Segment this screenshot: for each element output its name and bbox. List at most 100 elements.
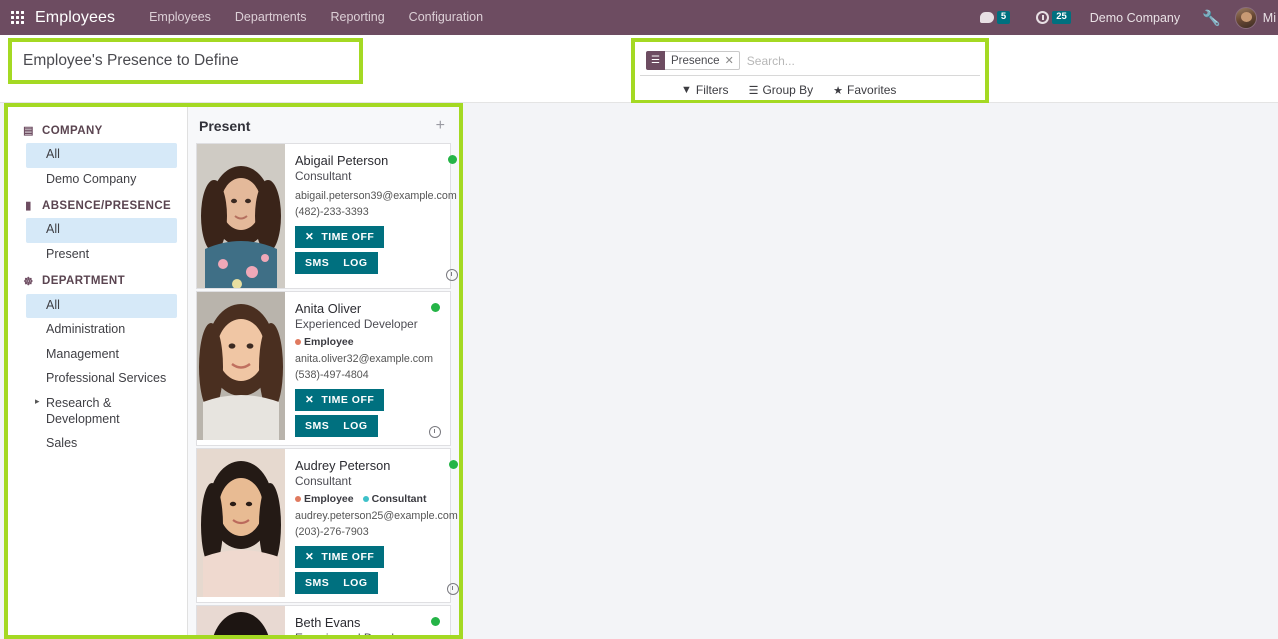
building-icon: ▤ — [23, 125, 34, 137]
search-action-row: ▼ Filters ☰ Group By ★ Favorites — [635, 76, 985, 97]
group-by-label: Group By — [762, 83, 814, 97]
tag-label: Consultant — [371, 492, 427, 505]
sidebar-section-absence-presence: ▮ ABSENCE/PRESENCE — [8, 192, 187, 218]
search-input[interactable] — [746, 53, 974, 68]
favorites-button[interactable]: ★ Favorites — [833, 83, 896, 97]
activities-count-badge: 25 — [1052, 10, 1071, 25]
employee-phone[interactable]: (203)-276-7903 — [295, 524, 458, 540]
tag-label: Employee — [304, 335, 354, 348]
tag-label: Employee — [304, 492, 354, 505]
sms-button[interactable]: SMS — [295, 252, 337, 274]
clock-icon[interactable] — [445, 269, 458, 281]
employee-email[interactable]: audrey.peterson25@example.com — [295, 508, 458, 524]
card-sms-log-group: SMS LOG — [295, 415, 378, 437]
sidebar-item-department-all[interactable]: All — [26, 293, 177, 319]
clock-icon[interactable] — [446, 583, 459, 595]
employee-tags: Employee — [295, 336, 440, 348]
plus-icon[interactable]: + — [436, 118, 445, 134]
search-bar[interactable]: ☰ Presence ✕ — [640, 46, 980, 76]
wrench-icon[interactable]: 🔧 — [1202, 9, 1221, 27]
tag-employee: Employee — [295, 493, 354, 505]
card-sms-log-group: SMS LOG — [295, 572, 378, 594]
tag-dot-icon — [362, 495, 369, 502]
people-icon: ☸ — [23, 275, 34, 288]
time-off-label: TIME OFF — [321, 551, 375, 563]
employee-name: Audrey Peterson — [295, 458, 391, 473]
messages-count-badge: 5 — [996, 10, 1011, 25]
menu-departments[interactable]: Departments — [223, 0, 319, 35]
employee-info: Abigail Peterson Consultant abigail.pete… — [285, 144, 459, 288]
employee-tags: Employee Consultant — [295, 493, 458, 505]
app-brand-employees[interactable]: Employees — [35, 9, 115, 27]
sidebar-item-demo-company[interactable]: Demo Company — [26, 168, 177, 193]
employee-info: Beth Evans Experienced Developer — [285, 606, 450, 635]
employee-info: Audrey Peterson Consultant Employee Cons… — [285, 449, 459, 602]
chat-bubble-icon — [979, 12, 994, 23]
time-off-button[interactable]: ✕ TIME OFF — [295, 389, 385, 411]
group-by-button[interactable]: ☰ Group By — [749, 83, 814, 97]
layers-icon: ☰ — [748, 84, 759, 97]
employee-photo — [197, 144, 285, 288]
sidebar-item-company-all[interactable]: All — [26, 143, 177, 168]
filter-sidebar: ▤ COMPANY All Demo Company ▮ ABSENCE/PRE… — [8, 107, 188, 635]
sidebar-section-company-label: COMPANY — [42, 124, 103, 137]
apps-grid-icon[interactable] — [11, 11, 24, 24]
kanban-column-header: Present + — [188, 107, 459, 143]
employee-photo — [197, 292, 285, 445]
sms-button[interactable]: SMS — [295, 572, 337, 594]
tag-employee: Employee — [295, 336, 354, 348]
sidebar-item-sales[interactable]: Sales — [26, 432, 177, 457]
employee-phone[interactable]: (482)-233-3393 — [295, 204, 457, 220]
kanban-card[interactable]: Audrey Peterson Consultant Employee Cons… — [196, 448, 459, 603]
employee-email[interactable]: abigail.peterson39@example.com — [295, 188, 457, 204]
sidebar-item-research-development[interactable]: Research & Development — [26, 392, 177, 432]
filter-icon: ▼ — [681, 84, 692, 96]
close-icon: ✕ — [305, 394, 315, 406]
employee-phone[interactable]: (538)-497-4804 — [295, 367, 440, 383]
close-icon[interactable]: ✕ — [725, 54, 734, 67]
kanban-card[interactable]: Anita Oliver Experienced Developer Emplo… — [196, 291, 451, 446]
navbar-right-tools: 5 25 Demo Company 🔧 Mi — [967, 0, 1278, 35]
employee-photo — [197, 606, 285, 635]
kanban-region-highlight: ▤ COMPANY All Demo Company ▮ ABSENCE/PRE… — [4, 103, 463, 639]
employee-name: Anita Oliver — [295, 301, 362, 316]
menu-employees[interactable]: Employees — [137, 0, 223, 35]
filters-button[interactable]: ▼ Filters — [681, 83, 729, 97]
messages-button[interactable]: 5 — [979, 10, 1011, 25]
sidebar-item-management[interactable]: Management — [26, 343, 177, 368]
log-button[interactable]: LOG — [336, 252, 378, 274]
log-button[interactable]: LOG — [336, 415, 378, 437]
activities-button[interactable]: 25 — [1036, 10, 1071, 25]
page-title: Employee's Presence to Define — [23, 52, 239, 69]
sms-button[interactable]: SMS — [295, 415, 337, 437]
search-facet-presence[interactable]: ☰ Presence ✕ — [646, 51, 740, 70]
time-off-button[interactable]: ✕ TIME OFF — [295, 546, 385, 568]
main-body: ▤ COMPANY All Demo Company ▮ ABSENCE/PRE… — [0, 103, 1278, 639]
status-badge — [431, 303, 440, 312]
status-badge — [447, 155, 457, 164]
clock-icon[interactable] — [429, 426, 441, 438]
time-off-button[interactable]: ✕ TIME OFF — [295, 226, 385, 248]
sidebar-item-present[interactable]: Present — [26, 243, 177, 268]
card-actions: ✕ TIME OFF — [295, 546, 458, 568]
filters-label: Filters — [695, 83, 729, 97]
kanban-card[interactable]: Abigail Peterson Consultant abigail.pete… — [196, 143, 458, 289]
time-off-label: TIME OFF — [321, 394, 375, 406]
sidebar-item-presence-all[interactable]: All — [26, 218, 177, 243]
log-button[interactable]: LOG — [336, 572, 378, 594]
kanban-card[interactable]: Beth Evans Experienced Developer — [196, 605, 451, 635]
user-menu[interactable]: Mi — [1234, 6, 1276, 29]
employee-email[interactable]: anita.oliver32@example.com — [295, 351, 440, 367]
employee-name: Beth Evans — [295, 615, 361, 630]
employee-job-title: Experienced Developer — [295, 631, 440, 635]
empty-right-pane — [467, 103, 1278, 639]
menu-configuration[interactable]: Configuration — [397, 0, 495, 35]
employee-info: Anita Oliver Experienced Developer Emplo… — [285, 292, 450, 445]
tag-dot-icon — [295, 338, 301, 345]
kanban-column-present: Present + Abigail Peterson Consultant ab… — [188, 107, 459, 635]
menu-reporting[interactable]: Reporting — [318, 0, 396, 35]
sidebar-item-administration[interactable]: Administration — [26, 318, 177, 343]
favorites-label: Favorites — [847, 83, 897, 97]
sidebar-item-professional-services[interactable]: Professional Services — [26, 367, 177, 392]
company-selector[interactable]: Demo Company — [1090, 11, 1180, 25]
